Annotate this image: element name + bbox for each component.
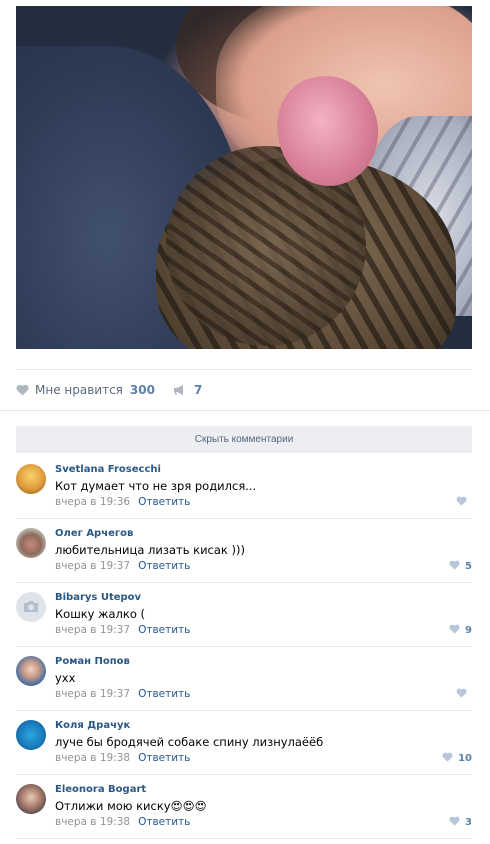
reply-link[interactable]: Ответить [138,560,190,572]
comment-meta: вчера в 19:37 Ответить [55,688,190,700]
avatar[interactable] [16,784,46,814]
heart-icon [449,624,460,637]
divider [0,410,490,411]
comment-meta: вчера в 19:38 Ответить [55,816,190,828]
like-label: Мне нравится [35,383,123,397]
comment-text: любительница лизать кисак ))) [55,543,245,557]
comment-time[interactable]: вчера в 19:37 [55,688,130,700]
comment-meta: вчера в 19:36 Ответить [55,496,190,508]
comment-item: Svetlana Frosecchi Кот думает что не зря… [16,455,472,519]
comment-like-button[interactable] [456,496,472,509]
comment-text: ухх [55,671,76,685]
comment-author[interactable]: Svetlana Frosecchi [55,464,161,475]
heart-icon [449,560,460,573]
comment-text: луче бы бродячей собаке спину лизнулаёёб [55,735,324,749]
comment-meta: вчера в 19:38 Ответить [55,752,190,764]
comments-list: Svetlana Frosecchi Кот думает что не зря… [16,455,472,839]
comment-author[interactable]: Олег Арчегов [55,528,133,539]
comment-like-button[interactable]: 9 [449,624,472,637]
comment-like-button[interactable]: 10 [442,752,472,765]
share-button[interactable]: 7 [173,383,202,397]
avatar[interactable] [16,720,46,750]
post-actions: Мне нравится 300 7 [16,378,220,402]
heart-icon [456,688,467,701]
comment-like-button[interactable] [456,688,472,701]
like-button[interactable]: Мне нравится 300 [16,383,155,397]
comment-item: Eleonora Bogart Отлижи мою киску😍😍😍 вчер… [16,775,472,839]
avatar[interactable] [16,656,46,686]
comment-author[interactable]: Eleonora Bogart [55,784,146,795]
comment-like-count: 5 [465,561,472,572]
comment-author[interactable]: Роман Попов [55,656,130,667]
comment-author[interactable]: Коля Драчук [55,720,130,731]
reply-link[interactable]: Ответить [138,496,190,508]
avatar[interactable] [16,592,46,622]
comment-time[interactable]: вчера в 19:37 [55,560,130,572]
reply-link[interactable]: Ответить [138,816,190,828]
comment-like-button[interactable]: 5 [449,560,472,573]
comment-text: Кот думает что не зря родился... [55,479,257,493]
like-count: 300 [129,383,155,397]
comment-time[interactable]: вчера в 19:36 [55,496,130,508]
comment-meta: вчера в 19:37 Ответить [55,560,190,572]
heart-icon [442,752,453,765]
comment-time[interactable]: вчера в 19:37 [55,624,130,636]
heart-icon [456,496,467,509]
comment-like-button[interactable]: 3 [449,816,472,829]
comment-item: Коля Драчук луче бы бродячей собаке спин… [16,711,472,775]
post-photo[interactable] [16,6,472,349]
share-count: 7 [193,383,203,397]
comment-item: Олег Арчегов любительница лизать кисак )… [16,519,472,583]
comment-meta: вчера в 19:37 Ответить [55,624,190,636]
reply-link[interactable]: Ответить [138,688,190,700]
comment-item: Роман Попов ухх вчера в 19:37 Ответить [16,647,472,711]
comment-text: Отлижи мою киску😍😍😍 [55,799,207,813]
comment-like-count: 3 [465,817,472,828]
avatar[interactable] [16,464,46,494]
comment-time[interactable]: вчера в 19:38 [55,816,130,828]
reply-link[interactable]: Ответить [138,624,190,636]
comment-text: Кошку жалко ( [55,607,146,621]
reply-link[interactable]: Ответить [138,752,190,764]
heart-icon [16,384,29,396]
comment-item: Bibarys Utepov Кошку жалко ( вчера в 19:… [16,583,472,647]
camera-icon [23,598,39,617]
hide-comments-button[interactable]: Скрыть комментарии [16,426,472,453]
comment-like-count: 10 [458,753,472,764]
divider [16,369,472,370]
comment-time[interactable]: вчера в 19:38 [55,752,130,764]
comment-like-count: 9 [465,625,472,636]
megaphone-icon [173,384,187,396]
comment-author[interactable]: Bibarys Utepov [55,592,141,603]
heart-icon [449,816,460,829]
avatar[interactable] [16,528,46,558]
